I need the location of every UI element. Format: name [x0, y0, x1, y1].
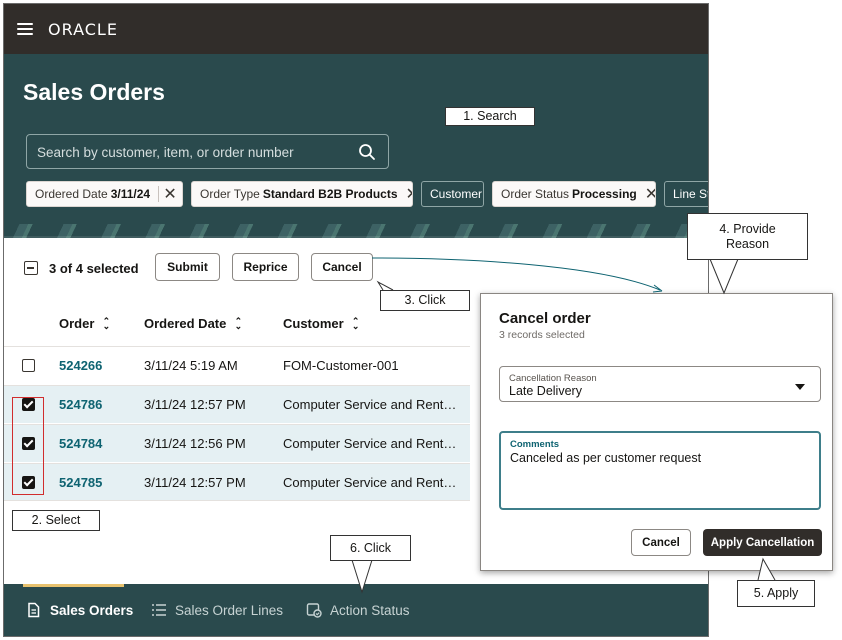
callout-line: Reason	[725, 236, 770, 251]
chevron-down-icon[interactable]	[795, 384, 805, 390]
comments-textarea[interactable]: Comments Canceled as per customer reques…	[499, 431, 821, 510]
bottom-navigation: Sales Orders Sales Order Lines Action St…	[4, 584, 708, 636]
filter-label: Customer	[430, 187, 483, 201]
nav-action-status[interactable]: Action Status	[306, 602, 410, 618]
callout-select: 2. Select	[12, 510, 100, 531]
column-header-ordered-date[interactable]: Ordered Date ⌃ ⌄	[144, 316, 242, 331]
column-label: Ordered Date	[144, 316, 227, 331]
order-number-link[interactable]: 524786	[59, 397, 102, 412]
customer-name: Computer Service and Rent…	[283, 436, 457, 451]
callout-provide-reason: 4. Provide Reason	[687, 213, 808, 260]
filter-chip-customer[interactable]: Customer	[421, 181, 484, 207]
oracle-logo: ORACLE	[48, 19, 118, 39]
list-icon	[152, 604, 166, 616]
nav-sales-orders[interactable]: Sales Orders	[26, 602, 133, 618]
customer-name: Computer Service and Rent…	[283, 475, 457, 490]
search-placeholder: Search by customer, item, or order numbe…	[37, 145, 294, 160]
apply-cancellation-button[interactable]: Apply Cancellation	[703, 529, 822, 556]
remove-filter-icon[interactable]: ✕	[406, 184, 412, 204]
page-title: Sales Orders	[23, 79, 165, 105]
nav-sales-order-lines[interactable]: Sales Order Lines	[151, 602, 283, 618]
column-label: Order	[59, 316, 95, 331]
callout-line: 4. Provide	[719, 221, 776, 236]
nav-label: Sales Order Lines	[175, 602, 284, 618]
cancel-order-dialog: Cancel order 3 records selected Cancella…	[480, 293, 833, 571]
sort-icon[interactable]: ⌃ ⌄	[234, 316, 243, 330]
order-number-link[interactable]: 524784	[59, 436, 102, 451]
reprice-button[interactable]: Reprice	[232, 253, 299, 281]
filter-label: Order Type	[200, 187, 260, 201]
field-value: Late Delivery	[509, 384, 582, 398]
column-label: Customer	[283, 316, 344, 331]
filter-chip-order-type[interactable]: Order Type Standard B2B Products ✕	[191, 181, 413, 207]
search-input[interactable]: Search by customer, item, or order numbe…	[26, 134, 389, 169]
sort-icon[interactable]: ⌃ ⌄	[352, 316, 360, 330]
dialog-cancel-button[interactable]: Cancel	[631, 529, 691, 556]
ordered-date: 3/11/24 12:57 PM	[144, 397, 246, 412]
table-row[interactable]: 524786 3/11/24 12:57 PM Computer Service…	[4, 385, 470, 423]
field-label: Cancellation Reason	[509, 373, 597, 384]
filter-chip-order-status[interactable]: Order Status Processing ✕	[492, 181, 656, 207]
ordered-date: 3/11/24 12:57 PM	[144, 475, 246, 490]
cancel-button[interactable]: Cancel	[311, 253, 373, 281]
search-icon[interactable]	[358, 143, 376, 161]
filter-chip-ordered-date[interactable]: Ordered Date 3/11/24 ✕	[26, 181, 183, 207]
sort-icon[interactable]: ⌃ ⌄	[102, 316, 111, 330]
hamburger-menu-icon[interactable]	[17, 23, 33, 35]
cancellation-reason-select[interactable]: Cancellation Reason Late Delivery	[499, 366, 821, 402]
field-label: Comments	[510, 439, 560, 450]
callout-click-action: 6. Click	[330, 535, 411, 561]
table-row[interactable]: 524785 3/11/24 12:57 PM Computer Service…	[4, 463, 470, 501]
filter-value: Processing	[572, 187, 637, 201]
table-row[interactable]: 524784 3/11/24 12:56 PM Computer Service…	[4, 424, 470, 462]
top-bar: ORACLE	[4, 4, 708, 54]
filter-value: 3/11/24	[110, 187, 151, 201]
select-all-checkbox[interactable]	[24, 261, 38, 275]
table-row[interactable]: 524266 3/11/24 5:19 AM FOM-Customer-001	[4, 346, 470, 384]
filter-chip-line-status[interactable]: Line Sta	[664, 181, 708, 207]
field-value: Canceled as per customer request	[510, 451, 702, 465]
selection-count: 3 of 4 selected	[49, 261, 139, 276]
nav-label: Sales Orders	[50, 602, 134, 618]
action-status-icon	[306, 603, 322, 618]
customer-name: Computer Service and Rent…	[283, 397, 457, 412]
dialog-subtitle: 3 records selected	[499, 329, 585, 341]
callout-search: 1. Search	[445, 107, 535, 126]
order-number-link[interactable]: 524266	[59, 358, 102, 373]
order-number-link[interactable]: 524785	[59, 475, 102, 490]
remove-filter-icon[interactable]: ✕	[159, 184, 181, 204]
callout-apply: 5. Apply	[737, 580, 815, 607]
column-header-order[interactable]: Order ⌃ ⌄	[59, 316, 110, 331]
selection-highlight-box	[12, 397, 44, 495]
dialog-title: Cancel order	[499, 310, 591, 327]
header-decoration	[4, 224, 708, 238]
filter-label: Line Sta	[673, 187, 708, 201]
document-icon	[28, 602, 40, 618]
remove-filter-icon[interactable]: ✕	[645, 184, 655, 204]
row-checkbox[interactable]	[22, 359, 35, 372]
submit-button[interactable]: Submit	[155, 253, 220, 281]
nav-label: Action Status	[330, 602, 410, 618]
active-tab-indicator	[23, 584, 124, 587]
filter-value: Standard B2B Products	[262, 187, 398, 201]
column-header-customer[interactable]: Customer ⌃ ⌄	[283, 316, 360, 331]
page-header: Sales Orders Search by customer, item, o…	[4, 54, 708, 238]
ordered-date: 3/11/24 5:19 AM	[144, 358, 238, 373]
callout-click-cancel: 3. Click	[380, 290, 470, 311]
ordered-date: 3/11/24 12:56 PM	[144, 436, 246, 451]
filter-label: Order Status	[501, 187, 570, 201]
filter-label: Ordered Date	[35, 187, 108, 201]
customer-name: FOM-Customer-001	[283, 358, 399, 373]
